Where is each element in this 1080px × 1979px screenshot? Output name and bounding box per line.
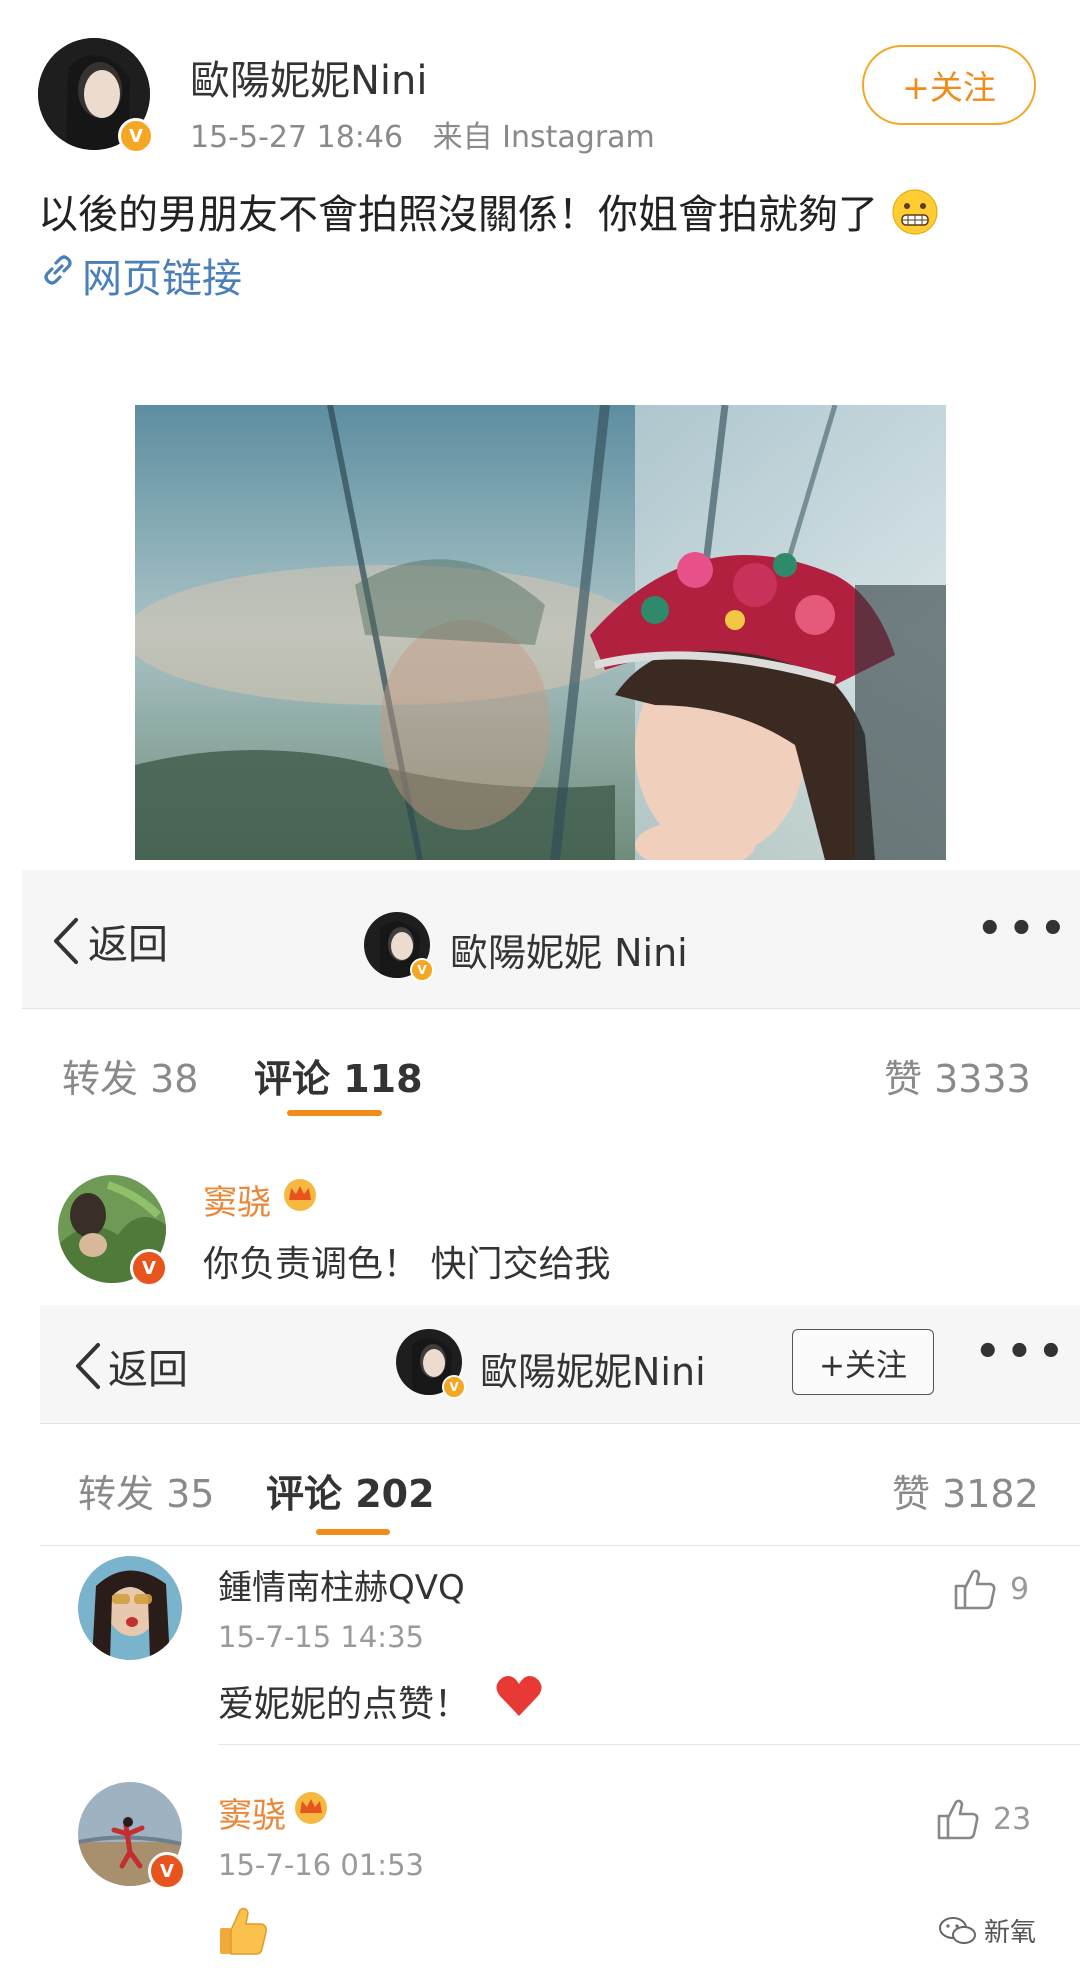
tab-likes-2[interactable]: 赞 3182: [892, 1463, 1039, 1518]
crown-icon: [292, 1791, 330, 1834]
commenter-name-2a[interactable]: 鍾情南柱赫QVQ: [218, 1560, 465, 1609]
tabs-bar-1: 转发 38 评论 118 赞 3333: [22, 1010, 1080, 1120]
back-button-1[interactable]: 返回: [50, 912, 168, 970]
crown-icon: [281, 1178, 319, 1221]
nav-title-1: 歐陽妮妮 Nini: [450, 931, 688, 975]
tab-repost-2[interactable]: 转发 35: [78, 1463, 214, 1518]
follow-button-label: +关注: [902, 68, 996, 107]
comment-time-2b: 15-7-16 01:53: [218, 1848, 424, 1882]
post-source: 来自 Instagram: [432, 120, 655, 155]
commenter-name-1[interactable]: 窦骁: [203, 1175, 319, 1224]
back-label-2: 返回: [108, 1347, 188, 1393]
more-options-icon-1[interactable]: •••: [977, 906, 1072, 952]
commenter-avatar-2a[interactable]: [78, 1556, 182, 1660]
tab-comments-1[interactable]: 评论 118: [254, 1048, 423, 1103]
comment-text-1: 你负责调色！ 快门交给我: [203, 1244, 611, 1285]
web-link[interactable]: 网页链接: [38, 246, 242, 304]
commenter-name-2b[interactable]: 窦骁: [218, 1788, 330, 1837]
like-button-2a[interactable]: 9: [952, 1566, 1029, 1612]
link-icon: [38, 250, 78, 300]
post-meta: 15-5-27 18:46 来自 Instagram: [190, 112, 655, 156]
thumbs-up-emoji-icon: [216, 1904, 270, 1962]
comment-text-2a: 爱妮妮的点赞！: [218, 1674, 544, 1727]
follow-button-2[interactable]: +关注: [792, 1329, 934, 1395]
chevron-left-icon: [54, 918, 78, 964]
thumbs-up-icon: [954, 1569, 996, 1610]
tab-underline-2: [316, 1529, 390, 1535]
grimacing-face-icon: [891, 188, 939, 246]
more-options-icon-2[interactable]: •••: [975, 1329, 1070, 1375]
comment-2b: V 窦骁 15-7-16 01:53 23: [40, 1752, 1080, 1979]
thumbs-up-icon: [937, 1799, 979, 1840]
photo-image: [135, 405, 946, 860]
like-button-2b[interactable]: 23: [935, 1796, 1031, 1842]
wechat-icon: [939, 1916, 976, 1944]
nav-title-2: 歐陽妮妮Nini: [480, 1350, 706, 1394]
commenter-verified-icon-1: V: [130, 1249, 168, 1287]
watermark: 新氧: [938, 1912, 1036, 1949]
follow-button-2-label: +关注: [819, 1347, 907, 1384]
red-heart-icon: [494, 1674, 544, 1727]
comment-2a: 鍾情南柱赫QVQ 15-7-15 14:35 爱妮妮的点赞！ 9: [40, 1548, 1080, 1748]
commenter-name-label-2b: 窦骁: [218, 1796, 286, 1836]
nav-verified-icon-2: V: [442, 1375, 466, 1399]
author-name[interactable]: 歐陽妮妮Nini: [190, 48, 428, 106]
nav-verified-icon-1: V: [410, 958, 434, 982]
post-text: 以後的男朋友不會拍照沒關係！你姐會拍就夠了: [38, 182, 1048, 246]
comment-text-2a-body: 爱妮妮的点赞！: [218, 1683, 471, 1725]
back-label-1: 返回: [88, 922, 168, 968]
chevron-left-icon: [76, 1343, 100, 1389]
back-button-2[interactable]: 返回: [72, 1337, 188, 1395]
watermark-label: 新氧: [984, 1918, 1037, 1948]
verified-badge-icon: V: [118, 118, 154, 154]
screen: V 歐陽妮妮Nini 15-5-27 18:46 来自 Instagram +关…: [0, 0, 1080, 1979]
tab-comments-2[interactable]: 评论 202: [266, 1463, 435, 1518]
follow-button[interactable]: +关注: [862, 45, 1036, 125]
post-photo[interactable]: [135, 405, 946, 860]
navbar-1: 返回 V 歐陽妮妮 Nini •••: [22, 870, 1080, 1009]
tab-underline-1: [287, 1110, 382, 1116]
post-text-body: 以後的男朋友不會拍照沒關係！你姐會拍就夠了: [38, 192, 878, 238]
like-count-2b: 23: [993, 1801, 1032, 1837]
comment-1: V 窦骁 你负责调色！ 快门交给我: [0, 1125, 1080, 1305]
tabs-bar-2: 转发 35 评论 202 赞 3182: [40, 1425, 1080, 1546]
comment-divider: [218, 1744, 1080, 1745]
tab-likes-1[interactable]: 赞 3333: [884, 1048, 1031, 1103]
commenter-name-label-1: 窦骁: [203, 1183, 271, 1223]
tab-repost-1[interactable]: 转发 38: [62, 1048, 198, 1103]
like-count-2a: 9: [1010, 1571, 1030, 1607]
commenter-verified-icon-2b: V: [148, 1852, 186, 1890]
post-timestamp: 15-5-27 18:46: [190, 120, 404, 155]
web-link-label: 网页链接: [82, 256, 242, 302]
comment-time-2a: 15-7-15 14:35: [218, 1620, 424, 1654]
navbar-2: 返回 V 歐陽妮妮Nini +关注 •••: [40, 1305, 1080, 1424]
